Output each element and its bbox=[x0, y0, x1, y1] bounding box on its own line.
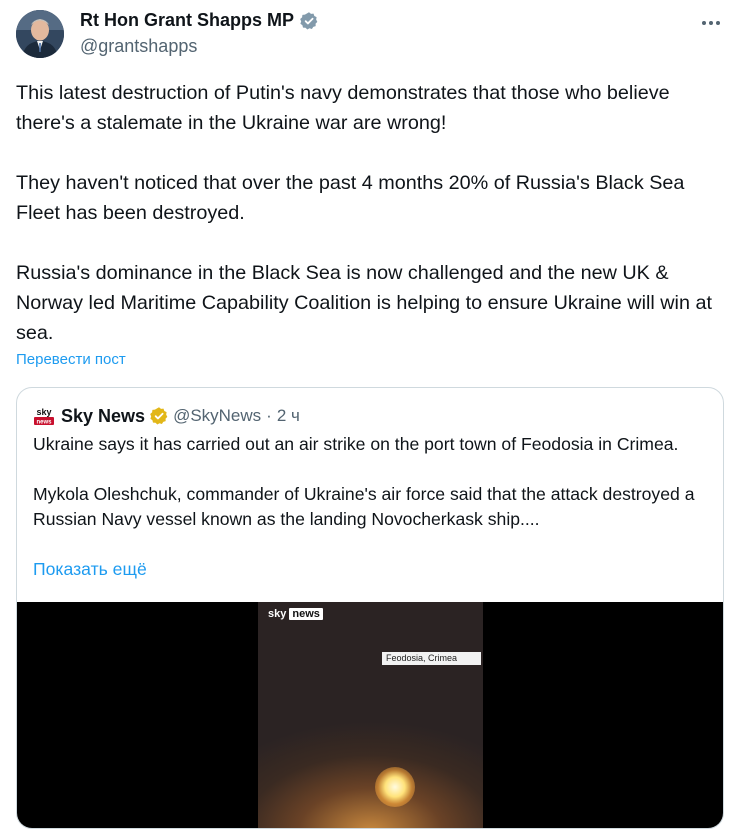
quoted-tweet-text: Ukraine says it has carried out an air s… bbox=[33, 432, 713, 532]
sky-news-logo-icon: sky news bbox=[33, 405, 55, 427]
tweet-paragraph: They haven't noticed that over the past … bbox=[16, 172, 685, 224]
verified-gold-badge-icon[interactable] bbox=[149, 406, 169, 426]
quoted-paragraph: Mykola Oleshchuk, commander of Ukraine's… bbox=[33, 484, 695, 529]
show-more-link[interactable]: Показать ещё bbox=[33, 559, 147, 580]
author-handle[interactable]: @grantshapps bbox=[80, 36, 197, 57]
quoted-video-media[interactable]: sky news Feodosia, Crimea bbox=[17, 602, 723, 828]
location-caption: Feodosia, Crimea bbox=[382, 652, 481, 665]
quoted-author-handle[interactable]: @SkyNews bbox=[173, 406, 261, 426]
dot-separator: · bbox=[266, 406, 272, 425]
tweet-text: This latest destruction of Putin's navy … bbox=[16, 78, 726, 348]
explosion-glow bbox=[375, 767, 415, 807]
quoted-paragraph: Ukraine says it has carried out an air s… bbox=[33, 434, 679, 454]
more-horizontal-icon bbox=[702, 21, 720, 25]
tweet-paragraph: Russia's dominance in the Black Sea is n… bbox=[16, 262, 712, 344]
sky-logo-news-text: news bbox=[36, 420, 52, 426]
sky-news-avatar[interactable]: sky news bbox=[33, 405, 55, 427]
quoted-timestamp[interactable]: 2 ч bbox=[277, 406, 300, 426]
quoted-tweet-header: sky news Sky News @SkyNews · 2 ч bbox=[33, 404, 300, 428]
watermark-sky-text: sky bbox=[268, 608, 287, 620]
quoted-author-name[interactable]: Sky News bbox=[61, 406, 145, 427]
author-name-row: Rt Hon Grant Shapps MP bbox=[80, 10, 319, 31]
verified-grey-badge-icon[interactable] bbox=[299, 11, 319, 31]
quoted-tweet-card[interactable]: sky news Sky News @SkyNews · 2 ч Ukraine… bbox=[16, 387, 724, 829]
watermark-news-text: news bbox=[289, 608, 323, 620]
tweet-paragraph: This latest destruction of Putin's navy … bbox=[16, 82, 670, 134]
sky-logo-sky-text: sky bbox=[36, 407, 51, 417]
avatar-portrait-icon bbox=[16, 10, 64, 58]
avatar[interactable] bbox=[16, 10, 64, 58]
more-button[interactable] bbox=[696, 10, 726, 36]
author-display-name[interactable]: Rt Hon Grant Shapps MP bbox=[80, 10, 294, 31]
video-frame: sky news Feodosia, Crimea bbox=[258, 602, 483, 828]
translate-post-link[interactable]: Перевести пост bbox=[16, 351, 126, 368]
sky-news-watermark: sky news bbox=[268, 608, 323, 620]
